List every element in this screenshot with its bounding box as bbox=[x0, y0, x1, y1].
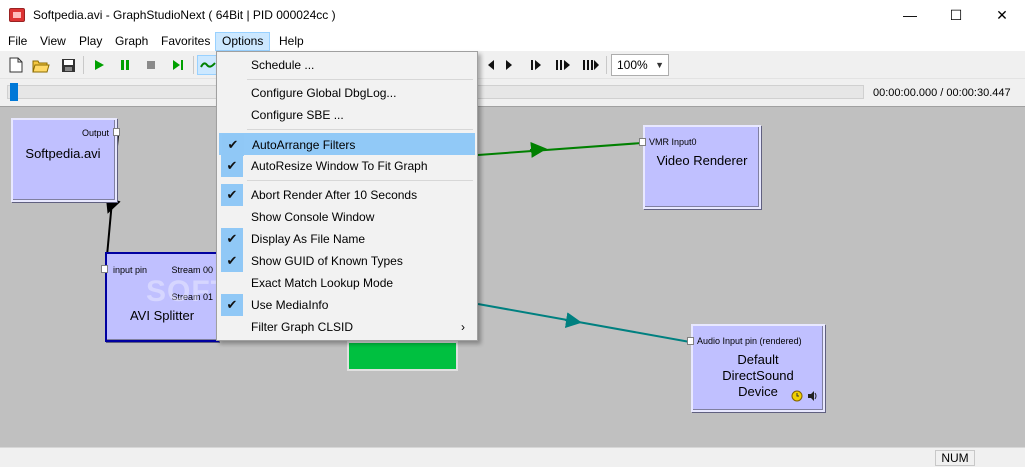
menu-item-show-console[interactable]: Show Console Window bbox=[219, 206, 475, 228]
output-pin-label: Output bbox=[81, 128, 109, 138]
decoder-filter[interactable] bbox=[347, 341, 458, 371]
forward-icon[interactable] bbox=[498, 55, 520, 75]
step-forward-icon[interactable] bbox=[552, 55, 574, 75]
pause-icon[interactable] bbox=[114, 55, 136, 75]
checkmark-icon: ✔ bbox=[221, 294, 243, 316]
maximize-button[interactable]: ☐ bbox=[933, 0, 979, 31]
step-frame-icon[interactable] bbox=[167, 55, 189, 75]
output-pin[interactable] bbox=[113, 128, 120, 136]
menu-bar: File View Play Graph Favorites Options H… bbox=[0, 31, 1025, 51]
zoom-select[interactable]: 100% ▼ bbox=[611, 54, 669, 76]
app-icon bbox=[9, 8, 25, 22]
seek-row: 00:00:00.000 / 00:00:30.447 bbox=[0, 79, 1025, 106]
window-title: Softpedia.avi - GraphStudioNext ( 64Bit … bbox=[33, 8, 336, 22]
vmr-input-pin-label: VMR Input0 bbox=[649, 137, 697, 147]
menu-file[interactable]: File bbox=[2, 32, 33, 51]
submenu-arrow-icon: › bbox=[461, 320, 465, 334]
new-file-icon[interactable] bbox=[5, 55, 27, 75]
audio-renderer-filter[interactable]: Audio Input pin (rendered) Default Direc… bbox=[691, 324, 825, 412]
input-pin-label: input pin bbox=[113, 265, 148, 275]
menu-item-configure-dbglog[interactable]: Configure Global DbgLog... bbox=[219, 82, 475, 104]
source-filter[interactable]: Output Softpedia.avi bbox=[11, 118, 117, 202]
speaker-icon bbox=[808, 391, 817, 401]
toolbar-separator bbox=[193, 56, 194, 74]
menu-item-abort-render[interactable]: ✔ Abort Render After 10 Seconds bbox=[219, 184, 475, 206]
menu-separator bbox=[247, 180, 473, 181]
num-lock-indicator: NUM bbox=[935, 450, 975, 466]
menu-item-display-as-file-name[interactable]: ✔ Display As File Name bbox=[219, 228, 475, 250]
chevron-down-icon: ▼ bbox=[655, 60, 664, 70]
audio-renderer-name-line2: DirectSound bbox=[722, 368, 794, 383]
checkmark-icon: ✔ bbox=[221, 184, 243, 206]
graph-canvas[interactable]: Output Softpedia.avi input pin Stream 00… bbox=[0, 106, 1025, 447]
vmr-input-pin[interactable] bbox=[639, 138, 646, 146]
checkmark-icon: ✔ bbox=[221, 228, 243, 250]
toolbar-separator bbox=[83, 56, 84, 74]
stream-00-pin-label: Stream 00 bbox=[171, 265, 213, 275]
menu-item-configure-sbe[interactable]: Configure SBE ... bbox=[219, 104, 475, 126]
audio-input-pin-label: Audio Input pin (rendered) bbox=[697, 336, 802, 346]
options-menu: Schedule ... Configure Global DbgLog... … bbox=[216, 51, 478, 341]
stop-icon[interactable] bbox=[140, 55, 162, 75]
link-video bbox=[477, 142, 643, 156]
status-bar: NUM bbox=[0, 447, 1025, 467]
seek-thumb[interactable] bbox=[10, 83, 18, 101]
video-renderer-filter[interactable]: VMR Input0 Video Renderer bbox=[643, 125, 761, 209]
checkmark-icon: ✔ bbox=[221, 155, 243, 177]
menu-play[interactable]: Play bbox=[73, 32, 108, 51]
toolbar-separator bbox=[606, 56, 607, 74]
open-folder-icon[interactable] bbox=[30, 55, 52, 75]
time-display: 00:00:00.000 / 00:00:30.447 bbox=[873, 87, 1011, 99]
step-forward-10-icon[interactable] bbox=[580, 55, 602, 75]
link-audio bbox=[477, 303, 691, 343]
menu-item-filter-graph-clsid[interactable]: Filter Graph CLSID › bbox=[219, 316, 475, 338]
clock-icon bbox=[791, 390, 803, 402]
checkmark-icon: ✔ bbox=[222, 134, 244, 156]
checkmark-icon: ✔ bbox=[221, 250, 243, 272]
menu-graph[interactable]: Graph bbox=[109, 32, 154, 51]
toolbar: 100% ▼ bbox=[0, 51, 1025, 79]
menu-view[interactable]: View bbox=[34, 32, 72, 51]
save-icon[interactable] bbox=[57, 55, 79, 75]
minimize-button[interactable]: — bbox=[887, 0, 933, 31]
zoom-value: 100% bbox=[617, 58, 648, 72]
play-icon[interactable] bbox=[88, 55, 110, 75]
next-frame-icon[interactable] bbox=[525, 55, 547, 75]
menu-item-show-guid[interactable]: ✔ Show GUID of Known Types bbox=[219, 250, 475, 272]
menu-item-schedule[interactable]: Schedule ... bbox=[219, 54, 475, 76]
menu-separator bbox=[247, 129, 473, 130]
video-renderer-name: Video Renderer bbox=[656, 153, 748, 168]
close-button[interactable]: ✕ bbox=[979, 0, 1025, 31]
audio-renderer-name-line1: Default bbox=[737, 352, 779, 367]
menu-help[interactable]: Help bbox=[273, 32, 310, 51]
title-bar: Softpedia.avi - GraphStudioNext ( 64Bit … bbox=[0, 0, 1025, 31]
audio-renderer-name-line3: Device bbox=[738, 384, 778, 399]
menu-item-use-mediainfo[interactable]: ✔ Use MediaInfo bbox=[219, 294, 475, 316]
menu-item-exact-match[interactable]: Exact Match Lookup Mode bbox=[219, 272, 475, 294]
splitter-filter-name: AVI Splitter bbox=[129, 308, 195, 323]
menu-options[interactable]: Options bbox=[215, 32, 271, 51]
menu-item-autoarrange[interactable]: ✔ AutoArrange Filters bbox=[219, 133, 475, 156]
menu-item-autoresize[interactable]: ✔ AutoResize Window To Fit Graph bbox=[219, 155, 475, 177]
audio-input-pin[interactable] bbox=[687, 337, 694, 345]
menu-favorites[interactable]: Favorites bbox=[155, 32, 216, 51]
input-pin[interactable] bbox=[101, 265, 108, 273]
source-filter-name: Softpedia.avi bbox=[25, 146, 101, 161]
menu-separator bbox=[247, 79, 473, 80]
